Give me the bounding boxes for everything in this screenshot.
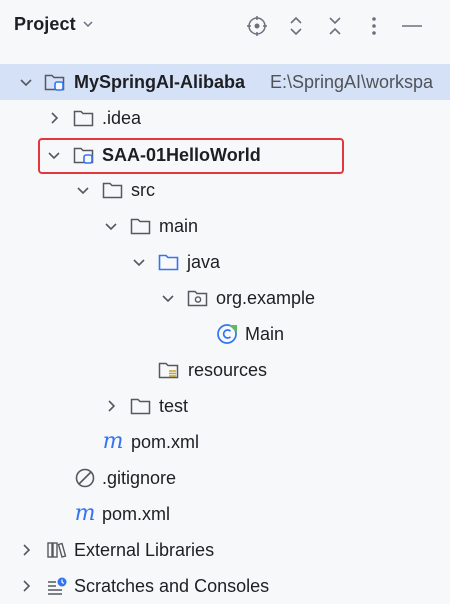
tree-row-package[interactable]: org.example [0,280,450,316]
chevron-down-icon[interactable] [75,182,91,198]
class-label: Main [245,323,285,344]
tree-row-root-pom[interactable]: m pom.xml [0,496,450,532]
folder-icon [130,395,152,417]
libraries-icon [46,539,68,561]
chevron-down-icon[interactable] [131,254,147,270]
folder-label: src [131,179,155,200]
tree-row-test[interactable]: test [0,388,450,424]
tree-row-src[interactable]: src [0,172,450,208]
locate-icon[interactable] [245,14,269,38]
project-tool-window-header: Project [0,0,450,52]
tree-row-java[interactable]: java [0,244,450,280]
project-root-name: MySpringAI-Alibaba [74,71,246,92]
node-label: External Libraries [74,539,215,560]
chevron-right-icon[interactable] [103,398,119,414]
chevron-down-icon[interactable] [160,290,176,306]
tree-row-idea[interactable]: .idea [0,100,450,136]
tree-row-gitignore[interactable]: .gitignore [0,460,450,496]
folder-icon [73,107,95,129]
file-label: pom.xml [131,431,200,452]
package-label: org.example [216,287,316,308]
module-folder-icon [44,71,66,93]
tree-row-module[interactable]: SAA-01HelloWorld [0,137,450,173]
tree-row-resources[interactable]: resources [0,352,450,388]
package-icon [187,287,209,309]
collapse-all-icon[interactable] [323,14,347,38]
scratches-icon [46,575,68,597]
tree-row-project-root[interactable]: MySpringAI-Alibaba E:\SpringAI\workspa [0,64,450,100]
tool-window-title: Project [14,14,76,34]
folder-label: main [159,215,199,236]
maven-icon: m [102,429,124,454]
maven-icon: m [74,501,96,526]
folder-label: test [159,395,189,416]
module-folder-icon [73,144,95,166]
minimize-icon[interactable] [400,14,424,38]
tree-row-scratches[interactable]: Scratches and Consoles [0,568,450,604]
more-vertical-icon[interactable] [362,14,386,38]
file-label: pom.xml [102,503,171,524]
chevron-down-icon[interactable] [103,218,119,234]
tree-row-main[interactable]: main [0,208,450,244]
tree-row-main-class[interactable]: Main [0,316,450,352]
chevron-right-icon[interactable] [18,578,34,594]
folder-icon [130,215,152,237]
node-label: Scratches and Consoles [74,575,270,596]
module-name: SAA-01HelloWorld [102,144,261,165]
chevron-right-icon[interactable] [18,542,34,558]
folder-label: resources [188,359,268,380]
folder-icon [102,179,124,201]
tree-row-external-libraries[interactable]: External Libraries [0,532,450,568]
file-label: .gitignore [102,467,177,488]
chevron-down-icon[interactable] [18,74,34,90]
chevron-down-icon[interactable] [46,147,62,163]
chevron-down-icon [82,17,94,35]
java-class-icon [216,323,238,345]
folder-label: java [187,251,221,272]
tree-row-module-pom[interactable]: m pom.xml [0,424,450,460]
resources-folder-icon [158,359,180,381]
project-root-path: E:\SpringAI\workspa [270,71,434,92]
chevron-right-icon[interactable] [46,110,62,126]
source-folder-icon [158,251,180,273]
expand-all-icon[interactable] [284,14,308,38]
folder-label: .idea [102,107,142,128]
project-view-selector[interactable]: Project [14,14,94,35]
ignore-file-icon [74,467,96,489]
